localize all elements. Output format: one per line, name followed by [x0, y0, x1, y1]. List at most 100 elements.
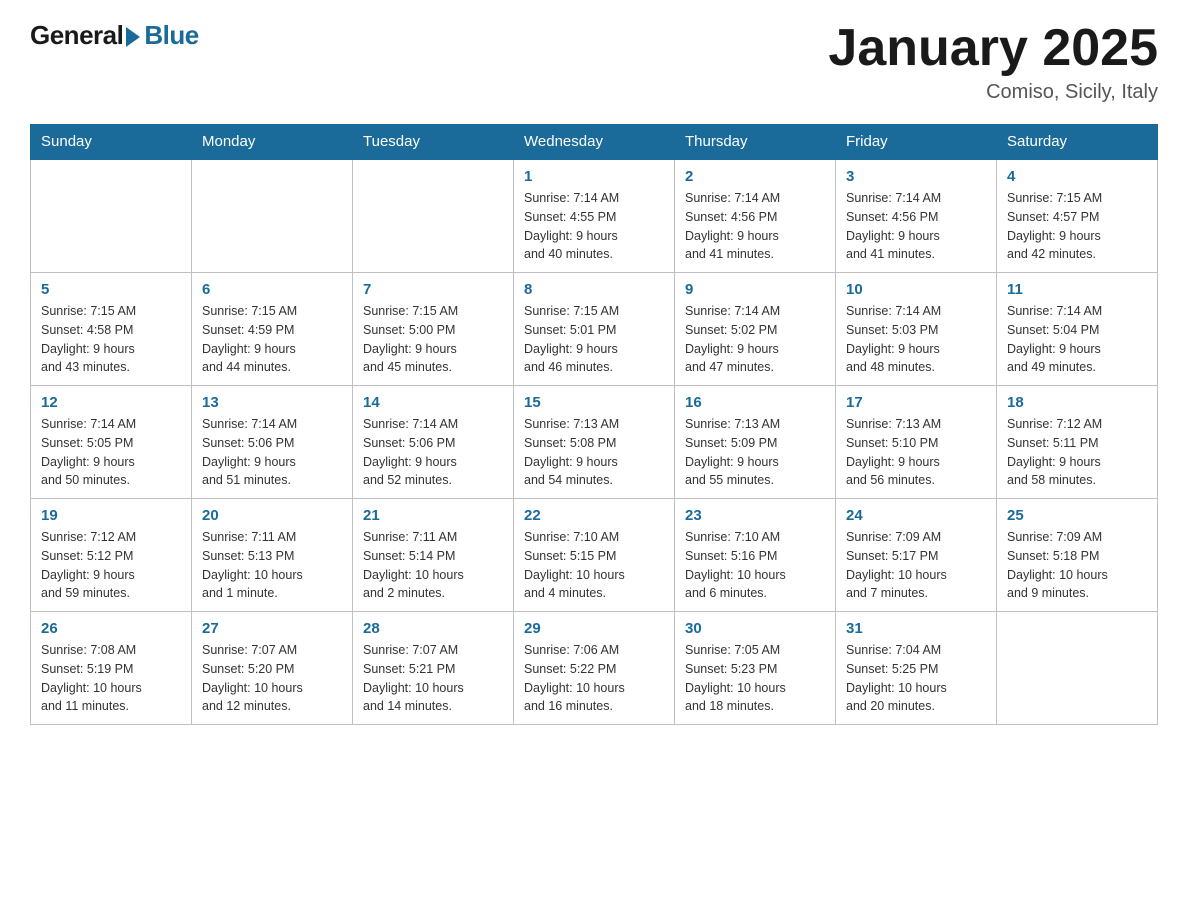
weekday-header: Monday [192, 125, 353, 160]
day-info: Sunrise: 7:14 AM Sunset: 4:56 PM Dayligh… [685, 189, 825, 264]
location-subtitle: Comiso, Sicily, Italy [828, 81, 1158, 104]
day-info: Sunrise: 7:14 AM Sunset: 4:56 PM Dayligh… [846, 189, 986, 264]
day-number: 15 [524, 394, 664, 411]
logo: General Blue [30, 20, 199, 51]
calendar-header-row: SundayMondayTuesdayWednesdayThursdayFrid… [31, 125, 1158, 160]
title-block: January 2025 Comiso, Sicily, Italy [828, 20, 1158, 104]
day-number: 4 [1007, 168, 1147, 185]
calendar-cell: 17 Sunrise: 7:13 AM Sunset: 5:10 PM Dayli… [836, 386, 997, 499]
calendar-cell: 26 Sunrise: 7:08 AM Sunset: 5:19 PM Dayli… [31, 612, 192, 725]
day-number: 6 [202, 281, 342, 298]
day-number: 5 [41, 281, 181, 298]
weekday-header: Friday [836, 125, 997, 160]
calendar-week-row: 5 Sunrise: 7:15 AM Sunset: 4:58 PM Daylig… [31, 273, 1158, 386]
day-number: 17 [846, 394, 986, 411]
day-number: 22 [524, 507, 664, 524]
calendar-cell: 13 Sunrise: 7:14 AM Sunset: 5:06 PM Dayli… [192, 386, 353, 499]
day-number: 16 [685, 394, 825, 411]
day-number: 24 [846, 507, 986, 524]
page-header: General Blue January 2025 Comiso, Sicily… [30, 20, 1158, 104]
calendar-week-row: 1 Sunrise: 7:14 AM Sunset: 4:55 PM Daylig… [31, 159, 1158, 273]
day-number: 1 [524, 168, 664, 185]
day-number: 25 [1007, 507, 1147, 524]
calendar-cell: 28 Sunrise: 7:07 AM Sunset: 5:21 PM Dayli… [353, 612, 514, 725]
calendar-cell: 19 Sunrise: 7:12 AM Sunset: 5:12 PM Dayli… [31, 499, 192, 612]
day-info: Sunrise: 7:07 AM Sunset: 5:20 PM Dayligh… [202, 641, 342, 716]
calendar-cell: 15 Sunrise: 7:13 AM Sunset: 5:08 PM Dayli… [514, 386, 675, 499]
day-number: 30 [685, 620, 825, 637]
day-number: 19 [41, 507, 181, 524]
calendar-cell: 30Sunrise: 7:05 AM Sunset: 5:23 PM Dayli… [675, 612, 836, 725]
calendar-cell [353, 159, 514, 273]
day-number: 13 [202, 394, 342, 411]
calendar-cell: 29 Sunrise: 7:06 AM Sunset: 5:22 PM Dayli… [514, 612, 675, 725]
calendar-cell: 2 Sunrise: 7:14 AM Sunset: 4:56 PM Daylig… [675, 159, 836, 273]
day-number: 9 [685, 281, 825, 298]
calendar-cell: 9Sunrise: 7:14 AM Sunset: 5:02 PM Daylig… [675, 273, 836, 386]
calendar-week-row: 12Sunrise: 7:14 AM Sunset: 5:05 PM Dayli… [31, 386, 1158, 499]
calendar-cell: 6 Sunrise: 7:15 AM Sunset: 4:59 PM Daylig… [192, 273, 353, 386]
day-info: Sunrise: 7:10 AM Sunset: 5:16 PM Dayligh… [685, 528, 825, 603]
day-info: Sunrise: 7:13 AM Sunset: 5:10 PM Dayligh… [846, 415, 986, 490]
calendar-cell: 22 Sunrise: 7:10 AM Sunset: 5:15 PM Dayli… [514, 499, 675, 612]
weekday-header: Wednesday [514, 125, 675, 160]
day-number: 26 [41, 620, 181, 637]
day-number: 8 [524, 281, 664, 298]
month-title: January 2025 [828, 20, 1158, 77]
calendar-cell [997, 612, 1158, 725]
calendar-cell: 24Sunrise: 7:09 AM Sunset: 5:17 PM Dayli… [836, 499, 997, 612]
calendar-cell: 16Sunrise: 7:13 AM Sunset: 5:09 PM Dayli… [675, 386, 836, 499]
day-info: Sunrise: 7:07 AM Sunset: 5:21 PM Dayligh… [363, 641, 503, 716]
day-number: 28 [363, 620, 503, 637]
day-number: 10 [846, 281, 986, 298]
day-info: Sunrise: 7:08 AM Sunset: 5:19 PM Dayligh… [41, 641, 181, 716]
day-info: Sunrise: 7:09 AM Sunset: 5:18 PM Dayligh… [1007, 528, 1147, 603]
day-info: Sunrise: 7:14 AM Sunset: 4:55 PM Dayligh… [524, 189, 664, 264]
calendar-cell: 3Sunrise: 7:14 AM Sunset: 4:56 PM Daylig… [836, 159, 997, 273]
day-info: Sunrise: 7:14 AM Sunset: 5:06 PM Dayligh… [202, 415, 342, 490]
calendar-cell: 14Sunrise: 7:14 AM Sunset: 5:06 PM Dayli… [353, 386, 514, 499]
day-info: Sunrise: 7:14 AM Sunset: 5:06 PM Dayligh… [363, 415, 503, 490]
calendar-cell: 5 Sunrise: 7:15 AM Sunset: 4:58 PM Daylig… [31, 273, 192, 386]
calendar-cell: 12Sunrise: 7:14 AM Sunset: 5:05 PM Dayli… [31, 386, 192, 499]
calendar-week-row: 19 Sunrise: 7:12 AM Sunset: 5:12 PM Dayli… [31, 499, 1158, 612]
day-info: Sunrise: 7:10 AM Sunset: 5:15 PM Dayligh… [524, 528, 664, 603]
day-number: 18 [1007, 394, 1147, 411]
day-number: 7 [363, 281, 503, 298]
calendar-cell: 10 Sunrise: 7:14 AM Sunset: 5:03 PM Dayli… [836, 273, 997, 386]
logo-general-text: General [30, 20, 123, 51]
day-info: Sunrise: 7:13 AM Sunset: 5:08 PM Dayligh… [524, 415, 664, 490]
calendar-cell: 11 Sunrise: 7:14 AM Sunset: 5:04 PM Dayli… [997, 273, 1158, 386]
day-info: Sunrise: 7:14 AM Sunset: 5:05 PM Dayligh… [41, 415, 181, 490]
weekday-header: Thursday [675, 125, 836, 160]
day-info: Sunrise: 7:15 AM Sunset: 5:01 PM Dayligh… [524, 302, 664, 377]
calendar-cell: 8 Sunrise: 7:15 AM Sunset: 5:01 PM Daylig… [514, 273, 675, 386]
day-info: Sunrise: 7:15 AM Sunset: 5:00 PM Dayligh… [363, 302, 503, 377]
day-info: Sunrise: 7:15 AM Sunset: 4:57 PM Dayligh… [1007, 189, 1147, 264]
calendar-cell [31, 159, 192, 273]
calendar-cell: 1 Sunrise: 7:14 AM Sunset: 4:55 PM Daylig… [514, 159, 675, 273]
day-info: Sunrise: 7:06 AM Sunset: 5:22 PM Dayligh… [524, 641, 664, 716]
day-number: 29 [524, 620, 664, 637]
calendar-cell: 27 Sunrise: 7:07 AM Sunset: 5:20 PM Dayli… [192, 612, 353, 725]
day-info: Sunrise: 7:14 AM Sunset: 5:03 PM Dayligh… [846, 302, 986, 377]
day-number: 2 [685, 168, 825, 185]
day-info: Sunrise: 7:14 AM Sunset: 5:04 PM Dayligh… [1007, 302, 1147, 377]
calendar-cell: 18Sunrise: 7:12 AM Sunset: 5:11 PM Dayli… [997, 386, 1158, 499]
day-number: 27 [202, 620, 342, 637]
day-number: 20 [202, 507, 342, 524]
logo-arrow-icon [126, 27, 140, 47]
day-info: Sunrise: 7:15 AM Sunset: 4:58 PM Dayligh… [41, 302, 181, 377]
day-number: 11 [1007, 281, 1147, 298]
calendar-cell: 21Sunrise: 7:11 AM Sunset: 5:14 PM Dayli… [353, 499, 514, 612]
day-info: Sunrise: 7:12 AM Sunset: 5:12 PM Dayligh… [41, 528, 181, 603]
calendar-cell: 23Sunrise: 7:10 AM Sunset: 5:16 PM Dayli… [675, 499, 836, 612]
calendar-cell: 4 Sunrise: 7:15 AM Sunset: 4:57 PM Daylig… [997, 159, 1158, 273]
calendar-cell: 31Sunrise: 7:04 AM Sunset: 5:25 PM Dayli… [836, 612, 997, 725]
logo-blue-text: Blue [144, 20, 198, 51]
day-number: 21 [363, 507, 503, 524]
calendar-cell: 7 Sunrise: 7:15 AM Sunset: 5:00 PM Daylig… [353, 273, 514, 386]
day-number: 31 [846, 620, 986, 637]
calendar-week-row: 26 Sunrise: 7:08 AM Sunset: 5:19 PM Dayli… [31, 612, 1158, 725]
day-info: Sunrise: 7:15 AM Sunset: 4:59 PM Dayligh… [202, 302, 342, 377]
